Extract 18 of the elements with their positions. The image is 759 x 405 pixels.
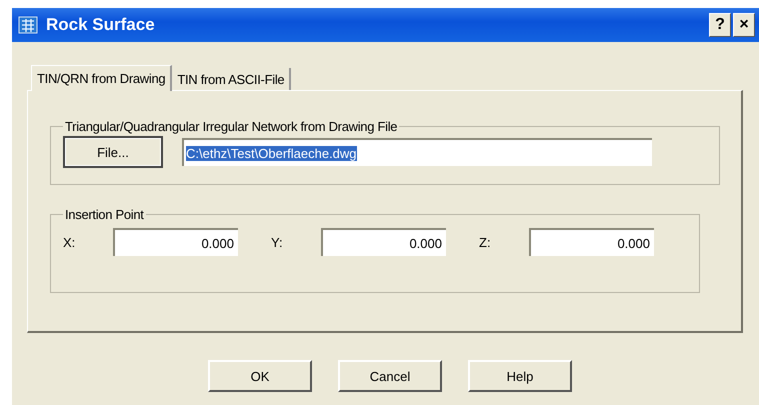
coordinate-label: Y: bbox=[271, 234, 284, 250]
group-title: Triangular/Quadrangular Irregular Network from Drawing File bbox=[64, 119, 398, 134]
help-button[interactable]: ? bbox=[709, 13, 731, 37]
window-title: Rock Surface bbox=[46, 15, 155, 35]
coordinate-field[interactable]: 0.000 bbox=[113, 228, 238, 256]
coordinate-label: X: bbox=[63, 234, 76, 250]
path-field[interactable]: C:\ethz\Test\Oberflaeche.dwg bbox=[182, 138, 652, 166]
cancel-button[interactable]: Cancel bbox=[338, 360, 442, 392]
coordinate-label: Z: bbox=[479, 234, 492, 250]
file-button[interactable]: File... bbox=[63, 136, 163, 168]
close-button[interactable]: × bbox=[733, 13, 755, 37]
grid-icon bbox=[18, 15, 38, 35]
group-title: Insertion Point bbox=[64, 207, 145, 222]
coordinate-field[interactable]: 0.000 bbox=[321, 228, 446, 256]
ok-button[interactable]: OK bbox=[208, 360, 312, 392]
tab[interactable]: TIN/QRN from Drawing bbox=[31, 65, 172, 91]
coordinate-field[interactable]: 0.000 bbox=[529, 228, 654, 256]
help-button[interactable]: Help bbox=[468, 360, 572, 392]
